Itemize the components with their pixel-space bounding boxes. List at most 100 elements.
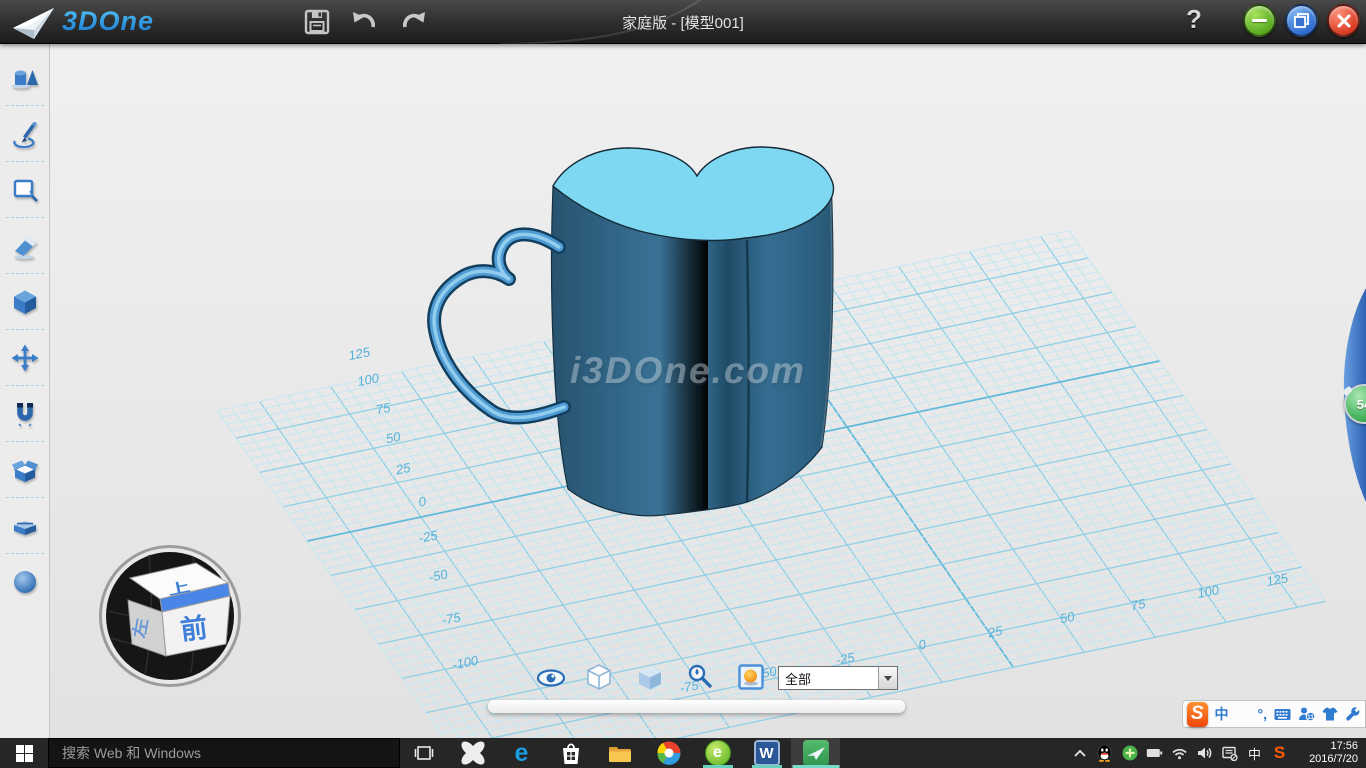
close-button[interactable] (1327, 4, 1360, 37)
grid-tick-label: 125 (347, 344, 372, 363)
titlebar-tools (300, 6, 430, 38)
sogou-logo[interactable]: S (1187, 702, 1208, 727)
model-heart-mug[interactable] (434, 147, 833, 516)
tray-ime-indicator[interactable]: 中 (1242, 738, 1267, 768)
cube-icon (11, 288, 39, 316)
clock-date: 2016/7/20 (1292, 753, 1358, 766)
undo-button[interactable] (348, 6, 382, 38)
system-tray: 中 S 17:56 2016/7/20 (1067, 738, 1366, 768)
help-button[interactable]: ? (1178, 4, 1210, 38)
visibility-eye-button[interactable] (536, 669, 566, 692)
ime-moon-icon[interactable] (1236, 707, 1251, 722)
grid-tick-label: 25 (394, 460, 413, 478)
sidebar-separator (6, 273, 44, 274)
view-cube-icon: 上 前 左 (97, 543, 243, 689)
restore-button[interactable] (1285, 4, 1318, 37)
taskbar-app-3done[interactable] (791, 738, 840, 768)
shaded-view-button[interactable] (636, 665, 664, 696)
taskbar-app-store[interactable] (546, 738, 595, 768)
ime-skin-shirt-icon[interactable] (1322, 707, 1338, 721)
sidebar-tool-move[interactable] (0, 334, 50, 381)
tray-360-icon[interactable] (1117, 738, 1142, 768)
dropdown-arrow-icon[interactable] (878, 667, 897, 689)
sidebar-separator (6, 385, 44, 386)
ime-account-icon[interactable]: 11 (1298, 706, 1315, 722)
bottom-panel-handle[interactable] (488, 700, 905, 713)
watermark: i3DOne.com (570, 350, 806, 392)
sidebar-separator (6, 497, 44, 498)
taskbar-app-file-explorer[interactable] (595, 738, 644, 768)
tray-chevron-up-icon[interactable] (1067, 738, 1092, 768)
sidebar-tool-sketch-plane[interactable] (0, 166, 50, 213)
grid-tick-label: -75 (440, 609, 462, 627)
sidebar-separator (6, 329, 44, 330)
sidebar-tool-materials[interactable] (0, 502, 50, 549)
minimize-icon (1252, 19, 1267, 23)
sphere-icon (11, 568, 39, 596)
grid-tick-label: 25 (986, 623, 1005, 641)
grid-line (231, 408, 488, 738)
taskbar-app-word[interactable]: W (742, 738, 791, 768)
tool-sidebar (0, 44, 50, 738)
wireframe-view-button[interactable] (585, 663, 613, 696)
timer-badge-value: 54 (1357, 397, 1366, 412)
task-view-button[interactable] (400, 738, 448, 768)
zoom-loupe-button[interactable] (687, 663, 713, 694)
sketch-plane-icon (11, 176, 39, 204)
sidebar-separator (6, 161, 44, 162)
open-box-icon (11, 456, 39, 484)
taskbar-app-speed-browser[interactable]: e (693, 738, 742, 768)
eye-icon (536, 669, 566, 687)
sidebar-tool-eraser[interactable] (0, 222, 50, 269)
view-cube-widget[interactable]: 上 前 左 (97, 543, 243, 689)
tray-speaker-icon[interactable] (1192, 738, 1217, 768)
sidebar-separator (6, 441, 44, 442)
tray-action-center-icon[interactable] (1217, 738, 1242, 768)
sidebar-tool-sphere[interactable] (0, 558, 50, 605)
taskbar-app-edge[interactable]: e (497, 738, 546, 768)
clock-time: 17:56 (1292, 740, 1358, 753)
start-button[interactable] (0, 738, 48, 768)
ime-mode-chinese[interactable]: 中 (1215, 704, 1229, 724)
object-filter-dropdown[interactable]: 全部 (778, 666, 898, 690)
minimize-button[interactable] (1243, 4, 1276, 37)
move-arrows-icon (11, 344, 39, 372)
render-mode-icon (738, 664, 764, 690)
taskbar-clock[interactable]: 17:56 2016/7/20 (1292, 740, 1366, 766)
wireframe-cube-icon (585, 663, 613, 691)
view-cube-left-label[interactable]: 左 (129, 617, 151, 641)
sidebar-separator (6, 553, 44, 554)
3done-app-window: 3DOne (0, 0, 1366, 768)
grid-tick-label: -25 (417, 527, 439, 545)
pinwheel-icon (460, 740, 486, 766)
taskbar-app-360-browser[interactable] (644, 738, 693, 768)
sidebar-tool-sketch-draw[interactable] (0, 110, 50, 157)
undo-icon (351, 9, 379, 35)
ime-punctuation-toggle[interactable]: °, (1258, 706, 1268, 722)
colorball-icon (656, 740, 682, 766)
word-icon: W (754, 740, 780, 766)
sidebar-tool-primitives[interactable] (0, 54, 50, 101)
grid-tick-label: 100 (356, 370, 381, 389)
windows-logo-icon (16, 745, 33, 762)
tray-battery-icon[interactable] (1142, 738, 1167, 768)
sidebar-tool-solid[interactable] (0, 278, 50, 325)
3d-viewport[interactable]: -75-50-250255075100125 1251007550250-25-… (50, 44, 1366, 738)
ime-settings-wrench-icon[interactable] (1345, 707, 1360, 722)
restore-icon (1294, 13, 1309, 28)
ime-keyboard-icon[interactable] (1274, 708, 1291, 721)
save-button[interactable] (300, 6, 334, 38)
tray-wifi-icon[interactable] (1167, 738, 1192, 768)
view-cube-front-label[interactable]: 前 (179, 612, 210, 646)
sidebar-tool-magnet[interactable] (0, 390, 50, 437)
grid-tick-label: 50 (1059, 609, 1077, 627)
tray-qq-icon[interactable] (1092, 738, 1117, 768)
redo-button[interactable] (396, 6, 430, 38)
sidebar-tool-special-features[interactable] (0, 446, 50, 493)
tray-sogou-icon[interactable]: S (1267, 738, 1292, 768)
taskbar-app-360-safe[interactable] (448, 738, 497, 768)
sogou-ime-toolbar: S 中 °, 11 (1182, 700, 1366, 728)
render-mode-button[interactable] (738, 664, 764, 695)
taskbar-search-input[interactable] (48, 738, 400, 768)
grid-x-axis-labels: -75-50-250255075100125 (678, 570, 1289, 696)
